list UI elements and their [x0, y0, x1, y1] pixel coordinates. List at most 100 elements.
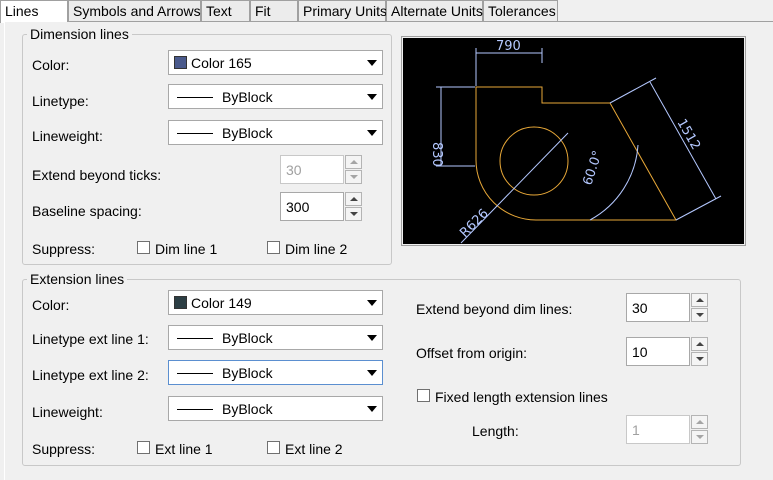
dim-lineweight-combo[interactable]: ByBlock — [168, 120, 383, 145]
fixed-length-checkbox[interactable] — [417, 389, 430, 402]
dim-suppress-label: Suppress: — [32, 241, 96, 257]
arrow-up-icon — [350, 160, 358, 164]
spin-down-button[interactable] — [345, 170, 362, 184]
chevron-down-icon — [367, 60, 377, 66]
dim-linetype-combo[interactable]: ByBlock — [168, 84, 383, 109]
tab-primary-units[interactable]: Primary Units — [298, 0, 387, 21]
offset-from-origin-spinner[interactable]: 10 — [626, 337, 708, 366]
linetype-ext-line-2-combo[interactable]: ByBlock — [168, 360, 383, 385]
ext-lineweight-value: ByBlock — [222, 401, 273, 417]
dim-line-1-checkbox[interactable] — [137, 241, 150, 254]
length-label: Length: — [472, 423, 519, 439]
ext-line-1-checkbox[interactable] — [137, 441, 150, 454]
dim-color-label: Color: — [32, 57, 70, 73]
dim-lineweight-label: Lineweight: — [32, 128, 103, 144]
fixed-length-label[interactable]: Fixed length extension lines — [435, 389, 608, 405]
dimension-lines-title: Dimension lines — [27, 26, 132, 42]
spin-up-button[interactable] — [691, 293, 708, 307]
spin-down-button[interactable] — [691, 352, 708, 366]
dim-text-790: 790 — [496, 39, 521, 54]
preview-geometry — [475, 86, 677, 221]
linetype-ext-line-2-value: ByBlock — [222, 365, 273, 381]
chevron-down-icon — [367, 370, 377, 376]
chevron-down-icon — [367, 130, 377, 136]
ext-line-2-checkbox[interactable] — [267, 441, 280, 454]
linetype-ext-line-2-label: Linetype ext line 2: — [32, 367, 149, 383]
arrow-up-icon — [696, 420, 704, 424]
offset-from-origin-label: Offset from origin: — [416, 345, 528, 361]
dim-line-2-label[interactable]: Dim line 2 — [285, 241, 347, 257]
spin-down-button[interactable] — [691, 308, 708, 322]
length-spinner[interactable]: 1 — [626, 415, 708, 444]
tab-text[interactable]: Text — [201, 0, 250, 21]
linetype-sample — [177, 338, 213, 339]
ext-line-1-label[interactable]: Ext line 1 — [155, 441, 213, 457]
dim-line-1512 — [649, 81, 717, 200]
dim-linetype-label: Linetype: — [32, 93, 89, 109]
spin-down-button[interactable] — [691, 430, 708, 444]
tab-tolerances[interactable]: Tolerances — [483, 0, 558, 21]
ext-color-combo[interactable]: Color 149 — [168, 290, 383, 315]
chevron-down-icon — [367, 335, 377, 341]
tab-lines[interactable]: Lines — [0, 0, 68, 23]
spin-up-button[interactable] — [691, 415, 708, 429]
baseline-spacing-spinner[interactable]: 300 — [280, 192, 362, 221]
spin-up-button[interactable] — [691, 337, 708, 351]
linetype-ext-line-1-value: ByBlock — [222, 330, 273, 346]
ext-suppress-label: Suppress: — [32, 441, 96, 457]
tab-symbols-and-arrows[interactable]: Symbols and Arrows — [68, 0, 201, 21]
length-field[interactable]: 1 — [626, 415, 690, 444]
ext-color-label: Color: — [32, 297, 70, 313]
spin-up-button[interactable] — [345, 155, 362, 169]
preview-pane: 790 830 1512 60.0° R626 — [403, 38, 744, 244]
offset-from-origin-field[interactable]: 10 — [626, 337, 690, 366]
lineweight-sample — [177, 409, 213, 410]
ext-color-value: Color 149 — [191, 295, 252, 311]
lineweight-sample — [177, 133, 213, 134]
baseline-spacing-field[interactable]: 300 — [280, 192, 344, 221]
ext-line-2-label[interactable]: Ext line 2 — [285, 441, 343, 457]
dim-lineweight-value: ByBlock — [222, 125, 273, 141]
hole-circle — [499, 126, 569, 196]
dim-line-1-label[interactable]: Dim line 1 — [155, 241, 217, 257]
extend-beyond-ticks-field[interactable]: 30 — [280, 155, 344, 184]
tab-fit[interactable]: Fit — [250, 0, 298, 21]
dim-linetype-value: ByBlock — [222, 89, 273, 105]
color-swatch — [174, 56, 187, 69]
linetype-ext-line-1-combo[interactable]: ByBlock — [168, 325, 383, 350]
baseline-spacing-label: Baseline spacing: — [32, 203, 142, 219]
arrow-down-icon — [696, 313, 704, 317]
part-outline — [475, 86, 677, 221]
chevron-down-icon — [367, 94, 377, 100]
arrow-down-icon — [350, 212, 358, 216]
linetype-sample — [177, 97, 213, 98]
ext-lineweight-combo[interactable]: ByBlock — [168, 396, 383, 421]
preview-labels: 790 830 1512 60.0° R626 — [429, 39, 703, 241]
dim-text-radius: R626 — [457, 206, 492, 241]
dim-color-combo[interactable]: Color 165 — [168, 50, 383, 75]
dim-text-angle: 60.0° — [581, 149, 606, 187]
preview-drawing: 790 830 1512 60.0° R626 — [429, 39, 722, 244]
extend-beyond-ticks-label: Extend beyond ticks: — [32, 167, 162, 183]
dim-text-1512: 1512 — [674, 117, 704, 153]
extend-beyond-dim-lines-spinner[interactable]: 30 — [626, 293, 708, 322]
chevron-down-icon — [367, 406, 377, 412]
linetype-ext-line-1-label: Linetype ext line 1: — [32, 331, 149, 347]
dim-line-2-checkbox[interactable] — [267, 241, 280, 254]
spin-down-button[interactable] — [345, 207, 362, 221]
dim-color-value: Color 165 — [191, 55, 252, 71]
linetype-sample — [177, 373, 213, 374]
dim-text-830: 830 — [429, 142, 444, 167]
extend-beyond-dim-lines-field[interactable]: 30 — [626, 293, 690, 322]
extend-beyond-dim-lines-label: Extend beyond dim lines: — [416, 301, 573, 317]
arrow-up-icon — [350, 197, 358, 201]
extend-beyond-ticks-spinner[interactable]: 30 — [280, 155, 362, 184]
arrow-down-icon — [696, 435, 704, 439]
color-swatch — [174, 296, 187, 309]
tab-alternate-units[interactable]: Alternate Units — [386, 0, 483, 21]
spin-up-button[interactable] — [345, 192, 362, 206]
arrow-up-icon — [696, 298, 704, 302]
ext-lineweight-label: Lineweight: — [32, 404, 103, 420]
extension-lines-title: Extension lines — [27, 271, 128, 287]
arrow-down-icon — [696, 357, 704, 361]
